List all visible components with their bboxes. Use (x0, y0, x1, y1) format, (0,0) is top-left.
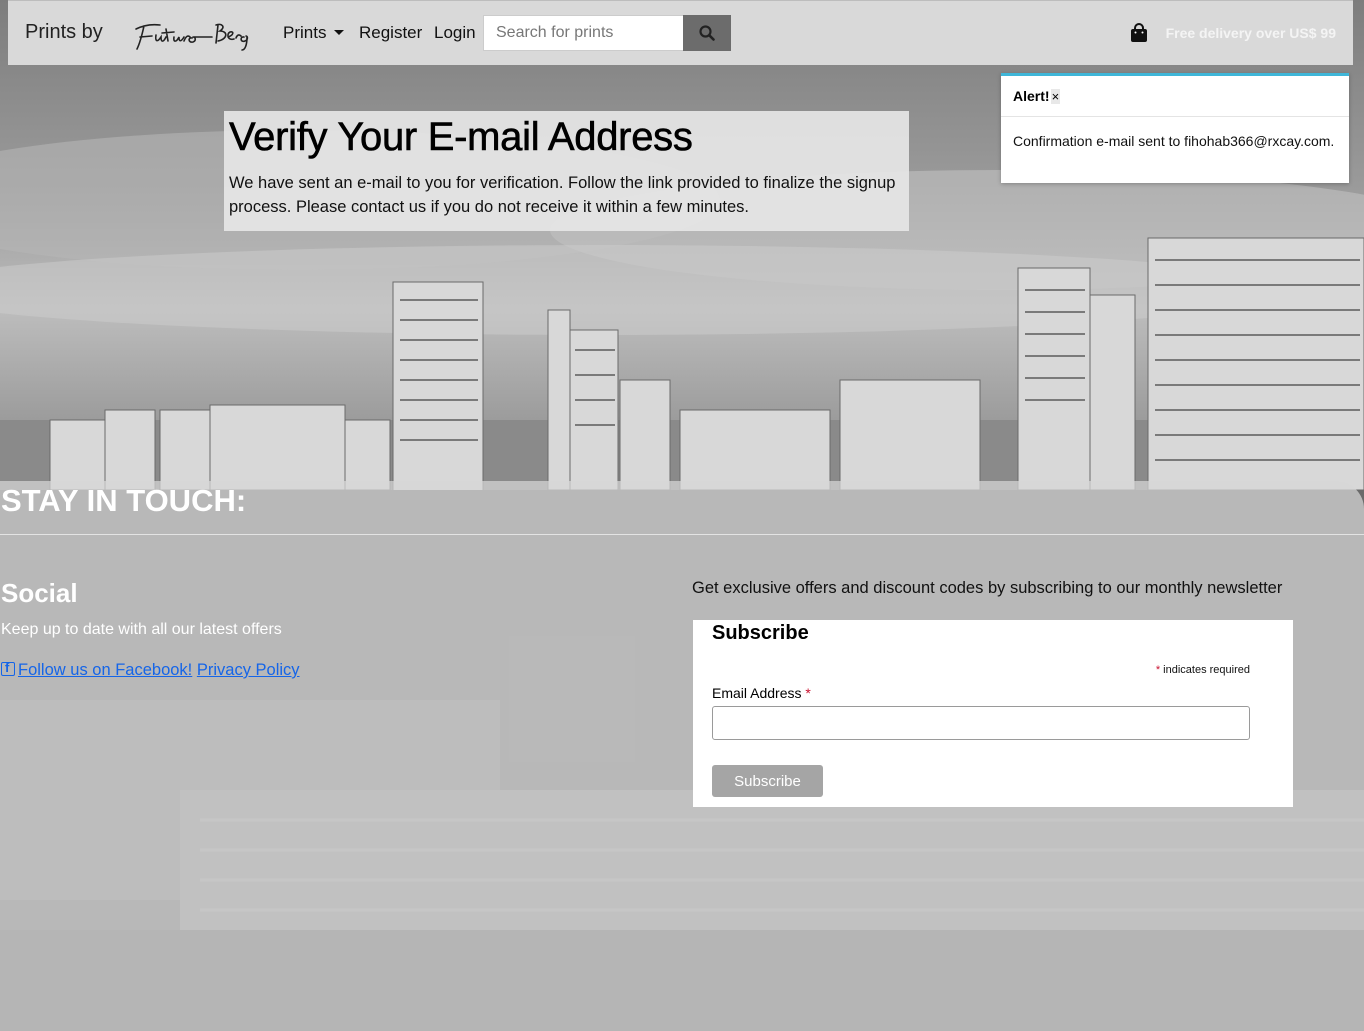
toast-body: Confirmation e-mail sent to fihohab366@r… (1013, 133, 1335, 149)
verify-email-panel: Verify Your E-mail Address We have sent … (224, 111, 909, 231)
facebook-link[interactable]: Follow us on Facebook! (1, 660, 193, 679)
subscribe-form: Subscribe * indicates required Email Add… (693, 620, 1293, 807)
page-title: Verify Your E-mail Address (229, 115, 693, 160)
close-icon[interactable]: × (1050, 89, 1061, 104)
alert-toast: Alert! × Confirmation e-mail sent to fiho… (1001, 73, 1349, 183)
register-link[interactable]: Register (359, 23, 422, 43)
search-button[interactable] (683, 15, 731, 51)
top-navbar: Prints by Prints Register Login Free del… (8, 0, 1353, 65)
prints-label: Prints (283, 23, 327, 42)
required-note-text: indicates required (1163, 664, 1250, 676)
social-heading: Social (1, 578, 78, 608)
privacy-policy-link[interactable]: Privacy Policy (197, 661, 300, 679)
search-input[interactable] (483, 15, 683, 51)
shopping-bag-icon[interactable] (1130, 23, 1148, 43)
brand-signature-logo[interactable] (130, 15, 260, 53)
brand-text[interactable]: Prints by (25, 21, 103, 44)
email-label-text: Email Address (712, 685, 802, 701)
facebook-link-label: Follow us on Facebook! (18, 661, 193, 679)
free-delivery-banner: Free delivery over US$ 99 (1165, 25, 1336, 41)
login-link[interactable]: Login (434, 23, 476, 43)
toast-header: Alert! × (1001, 76, 1349, 117)
required-note: * indicates required (1156, 664, 1250, 676)
search-icon (699, 25, 715, 41)
footer-links: Follow us on Facebook! Privacy Policy (1, 660, 300, 680)
divider (0, 534, 1364, 535)
toast-title: Alert! (1013, 88, 1050, 104)
social-text: Keep up to date with all our latest offe… (1, 621, 282, 638)
chevron-down-icon (334, 30, 345, 35)
subscribe-title: Subscribe (712, 622, 809, 644)
stay-in-touch-heading: STAY IN TOUCH: (1, 483, 247, 518)
prints-dropdown-toggle[interactable]: Prints (283, 23, 345, 43)
email-required-asterisk: * (805, 685, 811, 701)
email-field[interactable] (712, 706, 1250, 740)
newsletter-text: Get exclusive offers and discount codes … (692, 579, 1283, 597)
facebook-icon (1, 660, 15, 676)
subscribe-button[interactable]: Subscribe (712, 765, 823, 797)
verify-message: We have sent an e-mail to you for verifi… (229, 174, 896, 216)
required-asterisk: * (1155, 664, 1161, 676)
email-label: Email Address * (712, 685, 811, 701)
